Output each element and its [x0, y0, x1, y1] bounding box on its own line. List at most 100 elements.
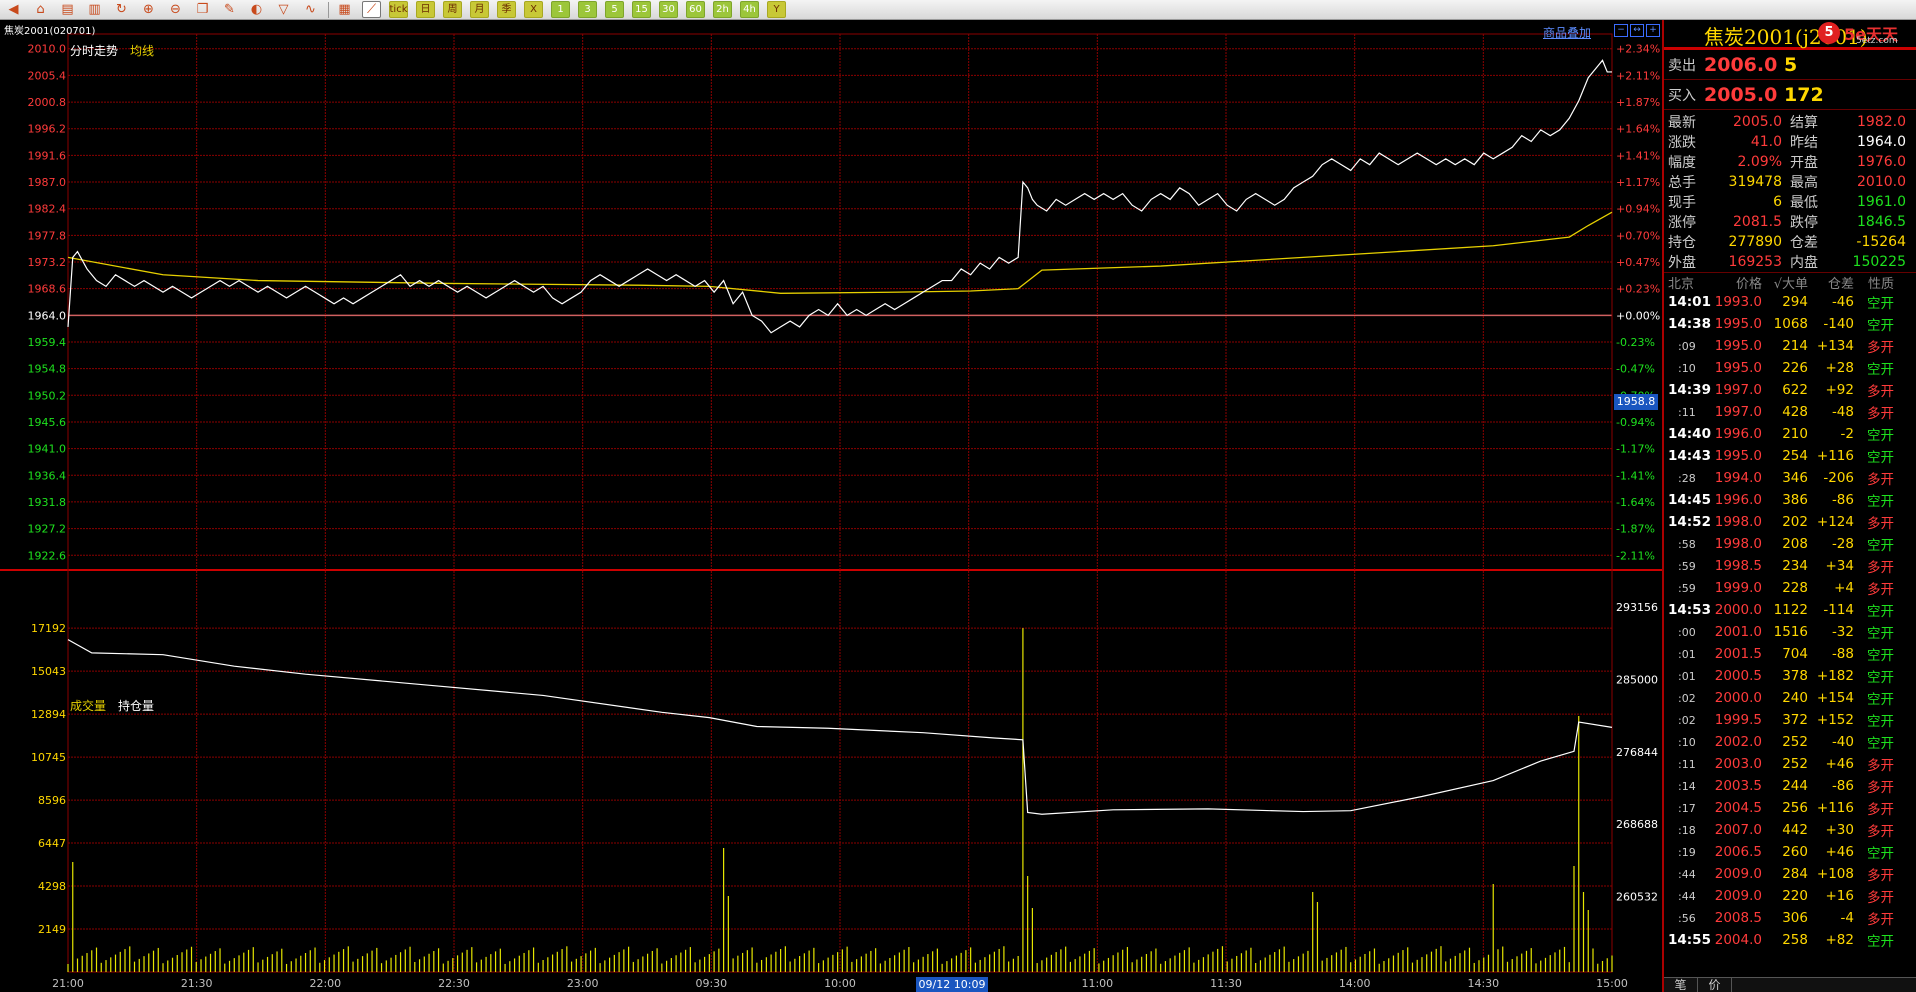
tick-price: 2002.0: [1714, 734, 1762, 750]
tick-volume: 378: [1782, 668, 1808, 684]
tick-row[interactable]: 14:01 1993.0 294 -46 空开: [1664, 291, 1916, 313]
x-tick-label: 21:30: [181, 977, 213, 990]
bid-row[interactable]: 买入 2005.0 172: [1664, 80, 1916, 110]
back-icon[interactable]: ◀: [4, 1, 23, 18]
tick-row[interactable]: :02 1999.5 372 +152 空开: [1664, 709, 1916, 731]
tick-row[interactable]: 14:43 1995.0 254 +116 空开: [1664, 445, 1916, 467]
period-button-8[interactable]: 5: [605, 1, 624, 18]
y-tick-label: 1945.6: [28, 416, 67, 429]
avg-line-label: 均线: [130, 44, 155, 58]
zoom-in-icon[interactable]: ⊕: [139, 1, 158, 18]
period-button-3[interactable]: 月: [470, 1, 489, 18]
tick-row[interactable]: 14:55 2004.0 258 +82 空开: [1664, 929, 1916, 951]
tick-row[interactable]: :11 1997.0 428 -48 多开: [1664, 401, 1916, 423]
tick-row[interactable]: :10 1995.0 226 +28 空开: [1664, 357, 1916, 379]
period-button-5[interactable]: X: [524, 1, 543, 18]
tick-row[interactable]: :44 2009.0 284 +108 多开: [1664, 863, 1916, 885]
tick-row[interactable]: 14:45 1996.0 386 -86 空开: [1664, 489, 1916, 511]
period-button-13[interactable]: 4h: [740, 1, 759, 18]
tick-time: :11: [1678, 405, 1696, 419]
period-button-1[interactable]: 日: [416, 1, 435, 18]
filter-icon[interactable]: ▽: [274, 1, 293, 18]
tick-row[interactable]: :02 2000.0 240 +154 空开: [1664, 687, 1916, 709]
tick-row[interactable]: :11 2003.0 252 +46 多开: [1664, 753, 1916, 775]
y-tick-label: 1982.4: [28, 203, 67, 216]
tick-row[interactable]: :58 1998.0 208 -28 空开: [1664, 533, 1916, 555]
period-button-10[interactable]: 30: [659, 1, 678, 18]
stat-label: 涨跌: [1668, 135, 1696, 151]
y-tick-label: 1977.8: [28, 229, 67, 242]
book-icon[interactable]: ▥: [85, 1, 104, 18]
zoom-in-icon[interactable]: +: [1646, 24, 1660, 37]
palette-icon[interactable]: ◐: [247, 1, 266, 18]
commodity-overlay-link[interactable]: 商品叠加: [1543, 24, 1591, 41]
zoom-out-icon[interactable]: ⊖: [166, 1, 185, 18]
tick-row[interactable]: 14:52 1998.0 202 +124 多开: [1664, 511, 1916, 533]
y-tick-percent-label: +1.41%: [1616, 149, 1660, 162]
period-button-14[interactable]: Y: [767, 1, 786, 18]
tick-time: :19: [1678, 845, 1696, 859]
period-button-6[interactable]: 1: [551, 1, 570, 18]
tick-header-volume[interactable]: √大单: [1762, 273, 1808, 292]
tab-price[interactable]: 价: [1698, 978, 1732, 992]
tick-row[interactable]: 14:39 1997.0 622 +92 多开: [1664, 379, 1916, 401]
tick-list[interactable]: 14:01 1993.0 294 -46 空开 14:38 1995.0 1068 -140 空开…: [1664, 291, 1916, 951]
tick-row[interactable]: :00 2001.0 1516 -32 空开: [1664, 621, 1916, 643]
chart-canvas[interactable]: 2010.0 2005.4 2000.8 1996.2 1991.6 1987.0 1982…: [0, 20, 1662, 992]
period-button-2[interactable]: 周: [443, 1, 462, 18]
toolbar-separator: [328, 1, 329, 18]
y-tick-label: 1964.0: [28, 309, 67, 322]
period-button-11[interactable]: 60: [686, 1, 705, 18]
tick-time: :18: [1678, 823, 1696, 837]
table-icon[interactable]: ▦: [335, 1, 354, 18]
intraday-chart[interactable]: 2010.0 2005.4 2000.8 1996.2 1991.6 1987.0 1982…: [0, 20, 1662, 992]
stat-label: 仓差: [1790, 235, 1818, 251]
indicator-icon[interactable]: ∿: [301, 1, 320, 18]
volume-tick-label: 6447: [38, 837, 66, 850]
period-button-4[interactable]: 季: [497, 1, 516, 18]
tick-row[interactable]: :28 1994.0 346 -206 多开: [1664, 467, 1916, 489]
y-tick-percent-label: +0.47%: [1616, 256, 1660, 269]
stat-label: 跌停: [1790, 215, 1818, 231]
tick-row[interactable]: :18 2007.0 442 +30 多开: [1664, 819, 1916, 841]
tick-row[interactable]: :01 2000.5 378 +182 空开: [1664, 665, 1916, 687]
instrument-title: 焦炭2001(020701): [4, 26, 96, 37]
tick-oi-change: -114: [1823, 602, 1854, 618]
note-icon[interactable]: ▤: [58, 1, 77, 18]
y-tick-label: 1987.0: [28, 176, 67, 189]
tick-row[interactable]: :17 2004.5 256 +116 多开: [1664, 797, 1916, 819]
tick-row[interactable]: 14:38 1995.0 1068 -140 空开: [1664, 313, 1916, 335]
zoom-out-icon[interactable]: −: [1614, 24, 1628, 37]
home-icon[interactable]: ⌂: [31, 1, 50, 18]
tick-row[interactable]: :19 2006.5 260 +46 空开: [1664, 841, 1916, 863]
tick-row[interactable]: :01 2001.5 704 -88 空开: [1664, 643, 1916, 665]
period-button-7[interactable]: 3: [578, 1, 597, 18]
pen-icon[interactable]: ✎: [220, 1, 239, 18]
chart-icon[interactable]: ⟋: [362, 1, 381, 18]
restore-icon[interactable]: ↔: [1630, 24, 1644, 37]
tick-row[interactable]: :14 2003.5 244 -86 多开: [1664, 775, 1916, 797]
tick-row[interactable]: :44 2009.0 220 +16 多开: [1664, 885, 1916, 907]
tick-row[interactable]: :10 2002.0 252 -40 空开: [1664, 731, 1916, 753]
period-button-9[interactable]: 15: [632, 1, 651, 18]
refresh-icon[interactable]: ↻: [112, 1, 131, 18]
tick-row[interactable]: :09 1995.0 214 +134 多开: [1664, 335, 1916, 357]
period-button-0[interactable]: tick: [389, 1, 408, 18]
tick-row[interactable]: 14:40 1996.0 210 -2 空开: [1664, 423, 1916, 445]
tick-row[interactable]: :59 1998.5 234 +34 多开: [1664, 555, 1916, 577]
tick-nature: 空开: [1867, 362, 1894, 378]
tick-row[interactable]: :59 1999.0 228 +4 多开: [1664, 577, 1916, 599]
ask-row[interactable]: 卖出 2006.0 5: [1664, 50, 1916, 80]
tick-oi-change: -140: [1823, 316, 1854, 332]
tab-trades[interactable]: 笔: [1664, 978, 1698, 992]
y-tick-label: 1968.6: [28, 283, 67, 296]
tick-row[interactable]: :56 2008.5 306 -4 多开: [1664, 907, 1916, 929]
stat-value: 2010.0: [1857, 174, 1906, 190]
tick-price: 2007.0: [1714, 822, 1762, 838]
tick-nature: 空开: [1867, 604, 1894, 620]
window-icon[interactable]: ❐: [193, 1, 212, 18]
period-button-12[interactable]: 2h: [713, 1, 732, 18]
tick-volume: 294: [1782, 294, 1808, 310]
tick-volume: 208: [1782, 536, 1808, 552]
tick-row[interactable]: 14:53 2000.0 1122 -114 空开: [1664, 599, 1916, 621]
